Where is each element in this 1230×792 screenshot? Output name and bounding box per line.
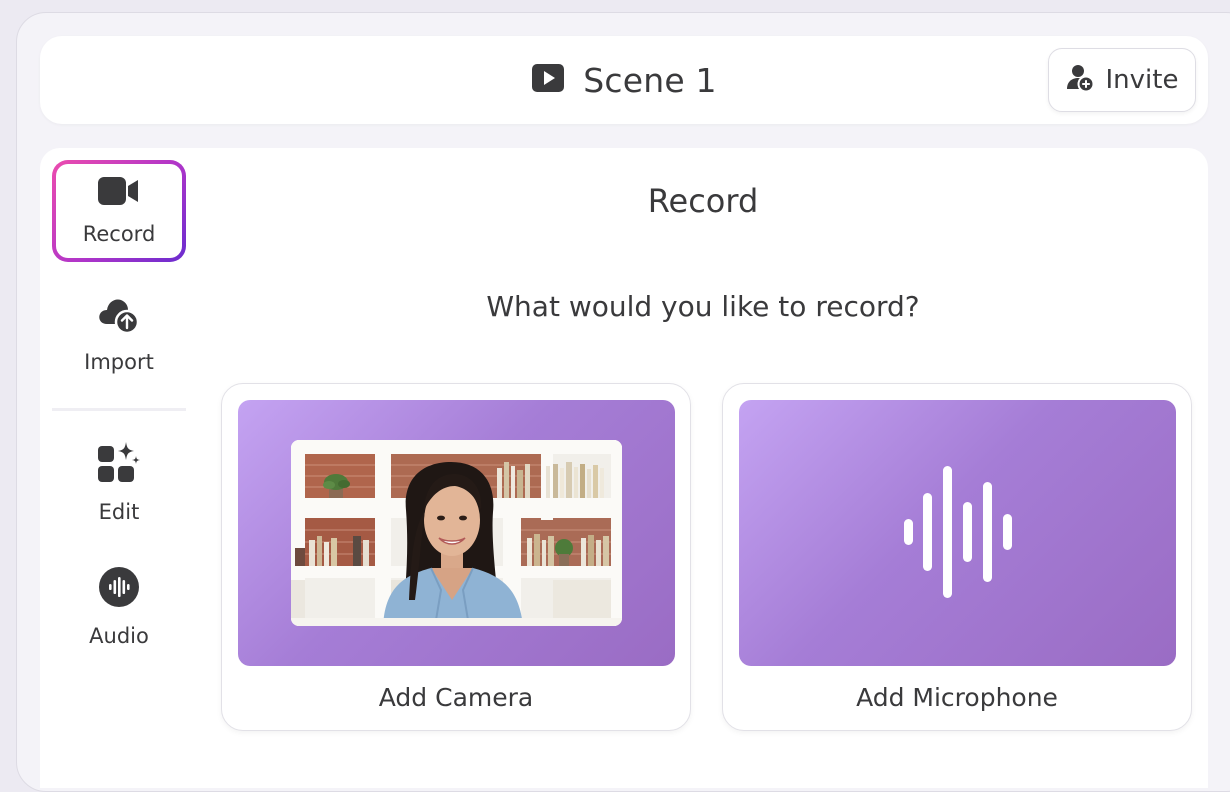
add-camera-card[interactable]: Add Camera: [221, 383, 691, 731]
sidebar-item-import[interactable]: Import: [52, 284, 186, 386]
scene-header: Scene 1 Invite: [40, 36, 1208, 124]
sidebar-item-audio[interactable]: Audio: [52, 556, 186, 658]
microphone-waveform-icon: [904, 466, 1012, 602]
sidebar: Record Import Edit Audio: [40, 148, 198, 788]
widgets-sparkle-icon: [97, 442, 141, 488]
panel-title: Record: [647, 182, 759, 220]
add-microphone-card[interactable]: Add Microphone: [722, 383, 1192, 731]
cloud-upload-icon: [97, 296, 141, 338]
camera-preview-photo: [291, 440, 622, 626]
panel-subtitle: What would you like to record?: [486, 290, 920, 323]
invite-label: Invite: [1105, 65, 1179, 95]
sidebar-item-label: Edit: [98, 500, 140, 524]
sidebar-item-label: Record: [82, 222, 156, 246]
scene-title[interactable]: Scene 1: [583, 61, 717, 100]
play-icon: [531, 63, 565, 97]
sidebar-item-record[interactable]: Record: [52, 160, 186, 262]
scene-title-group: Scene 1: [40, 36, 1208, 124]
camera-banner: [238, 400, 675, 666]
sidebar-item-label: Audio: [89, 624, 149, 648]
record-panel: Record What would you like to record? Ad…: [198, 148, 1208, 788]
video-camera-icon: [98, 176, 140, 210]
audio-waveform-icon: [98, 566, 140, 612]
sidebar-item-label: Import: [84, 350, 154, 374]
add-microphone-label: Add Microphone: [856, 683, 1058, 712]
add-user-icon: [1066, 63, 1096, 97]
sidebar-divider: [52, 408, 186, 411]
microphone-banner: [739, 400, 1176, 666]
invite-button[interactable]: Invite: [1048, 48, 1196, 112]
add-camera-label: Add Camera: [378, 683, 534, 712]
sidebar-item-edit[interactable]: Edit: [52, 432, 186, 534]
